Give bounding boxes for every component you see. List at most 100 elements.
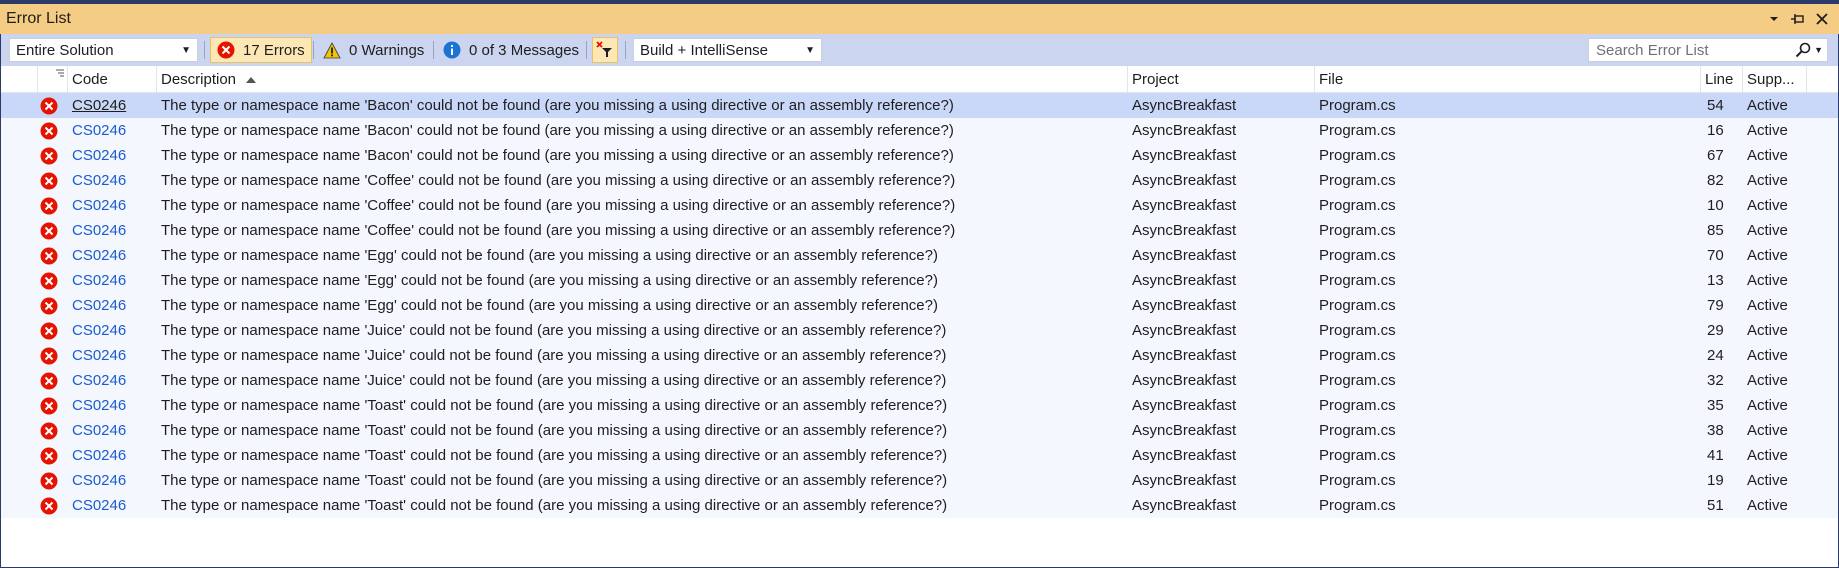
header-file[interactable]: File: [1315, 66, 1701, 92]
error-circle-icon: [40, 397, 58, 414]
project-name: AsyncBreakfast: [1132, 397, 1237, 414]
error-code-link[interactable]: CS0246: [72, 272, 126, 289]
table-row[interactable]: CS0246 The type or namespace name 'Coffee…: [0, 218, 1839, 243]
header-suppression-state[interactable]: Supp...: [1743, 66, 1807, 92]
table-row[interactable]: CS0246 The type or namespace name 'Bacon'…: [0, 143, 1839, 168]
close-icon[interactable]: [1813, 10, 1831, 28]
description-cell: The type or namespace name 'Toast' could…: [157, 468, 1128, 493]
code-cell[interactable]: CS0246: [68, 468, 157, 493]
code-cell[interactable]: CS0246: [68, 393, 157, 418]
table-row[interactable]: CS0246 The type or namespace name 'Toast'…: [0, 418, 1839, 443]
scope-dropdown[interactable]: Entire Solution ▼: [9, 38, 198, 62]
table-row[interactable]: CS0246 The type or namespace name 'Toast'…: [0, 443, 1839, 468]
warnings-filter-button[interactable]: 0 Warnings: [317, 37, 430, 63]
table-row[interactable]: CS0246 The type or namespace name 'Egg' c…: [0, 268, 1839, 293]
error-code-link[interactable]: CS0246: [72, 347, 126, 364]
table-row[interactable]: CS0246 The type or namespace name 'Coffee…: [0, 193, 1839, 218]
error-code-link[interactable]: CS0246: [72, 447, 126, 464]
error-code-link[interactable]: CS0246: [72, 397, 126, 414]
code-cell[interactable]: CS0246: [68, 343, 157, 368]
error-code-link[interactable]: CS0246: [72, 222, 126, 239]
table-row[interactable]: CS0246 The type or namespace name 'Bacon'…: [0, 118, 1839, 143]
line-cell: 38: [1701, 418, 1743, 443]
window-position-dropdown-icon[interactable]: [1765, 10, 1783, 28]
suppression-cell: Active: [1743, 468, 1807, 493]
header-line[interactable]: Line: [1701, 66, 1743, 92]
error-code-link[interactable]: CS0246: [72, 197, 126, 214]
filter-toggle-button[interactable]: [592, 37, 618, 63]
code-cell[interactable]: CS0246: [68, 368, 157, 393]
code-cell[interactable]: CS0246: [68, 243, 157, 268]
table-row[interactable]: CS0246 The type or namespace name 'Toast'…: [0, 393, 1839, 418]
code-cell[interactable]: CS0246: [68, 193, 157, 218]
table-row[interactable]: CS0246 The type or namespace name 'Juice'…: [0, 318, 1839, 343]
error-code-link[interactable]: CS0246: [72, 372, 126, 389]
code-cell[interactable]: CS0246: [68, 418, 157, 443]
code-cell[interactable]: CS0246: [68, 268, 157, 293]
error-cell: [40, 393, 68, 418]
error-code-link[interactable]: CS0246: [72, 422, 126, 439]
code-cell[interactable]: CS0246: [68, 218, 157, 243]
header-code[interactable]: Code: [68, 66, 157, 92]
table-row[interactable]: CS0246 The type or namespace name 'Bacon'…: [0, 93, 1839, 118]
error-code-link[interactable]: CS0246: [72, 297, 126, 314]
code-cell[interactable]: CS0246: [68, 93, 157, 118]
code-cell[interactable]: CS0246: [68, 318, 157, 343]
suppression-cell: Active: [1743, 443, 1807, 468]
error-cell: [40, 218, 68, 243]
header-project[interactable]: Project: [1128, 66, 1315, 92]
project-name: AsyncBreakfast: [1132, 147, 1237, 164]
table-row[interactable]: CS0246 The type or namespace name 'Juice'…: [0, 343, 1839, 368]
search-input[interactable]: [1594, 40, 1796, 60]
auto-hide-pin-icon[interactable]: [1789, 10, 1807, 28]
line-number: 41: [1707, 447, 1724, 464]
search-options-chevron-down-icon[interactable]: ▼: [1814, 45, 1823, 55]
line-cell: 70: [1701, 243, 1743, 268]
project-cell: AsyncBreakfast: [1128, 443, 1315, 468]
header-column-chooser[interactable]: [38, 66, 68, 92]
search-icon[interactable]: [1795, 42, 1811, 58]
code-cell[interactable]: CS0246: [68, 293, 157, 318]
code-cell[interactable]: CS0246: [68, 443, 157, 468]
build-source-dropdown[interactable]: Build + IntelliSense ▼: [633, 38, 822, 62]
error-cell: [40, 293, 68, 318]
project-name: AsyncBreakfast: [1132, 372, 1237, 389]
search-error-list-box[interactable]: ▼: [1588, 38, 1828, 62]
file-cell: Program.cs: [1315, 93, 1701, 118]
error-description: The type or namespace name 'Coffee' coul…: [161, 172, 956, 189]
code-cell[interactable]: CS0246: [68, 168, 157, 193]
table-row[interactable]: CS0246 The type or namespace name 'Juice'…: [0, 368, 1839, 393]
header-description[interactable]: Description: [157, 66, 1128, 92]
error-code-link[interactable]: CS0246: [72, 122, 126, 139]
errors-filter-button[interactable]: 17 Errors: [210, 37, 312, 63]
error-code-link[interactable]: CS0246: [72, 247, 126, 264]
error-description: The type or namespace name 'Juice' could…: [161, 372, 947, 389]
error-code-link[interactable]: CS0246: [72, 472, 126, 489]
error-code-link[interactable]: CS0246: [72, 172, 126, 189]
suppression-cell: Active: [1743, 193, 1807, 218]
code-cell[interactable]: CS0246: [68, 143, 157, 168]
suppression-state: Active: [1747, 472, 1788, 489]
table-row[interactable]: CS0246 The type or namespace name 'Egg' c…: [0, 243, 1839, 268]
error-cell: [40, 468, 68, 493]
error-code-link[interactable]: CS0246: [72, 97, 126, 114]
error-code-link[interactable]: CS0246: [72, 497, 126, 514]
file-cell: Program.cs: [1315, 243, 1701, 268]
description-cell: The type or namespace name 'Toast' could…: [157, 418, 1128, 443]
messages-filter-button[interactable]: 0 of 3 Messages: [437, 37, 585, 63]
table-row[interactable]: CS0246 The type or namespace name 'Toast'…: [0, 493, 1839, 518]
table-row[interactable]: CS0246 The type or namespace name 'Coffee…: [0, 168, 1839, 193]
code-cell[interactable]: CS0246: [68, 493, 157, 518]
error-cell: [40, 243, 68, 268]
file-cell: Program.cs: [1315, 143, 1701, 168]
error-code-link[interactable]: CS0246: [72, 322, 126, 339]
error-code-link[interactable]: CS0246: [72, 147, 126, 164]
error-circle-icon: [40, 97, 58, 114]
code-cell[interactable]: CS0246: [68, 118, 157, 143]
header-category[interactable]: [0, 66, 38, 92]
error-circle-icon: [40, 347, 58, 364]
table-row[interactable]: CS0246 The type or namespace name 'Toast'…: [0, 468, 1839, 493]
error-circle-icon: [40, 272, 58, 289]
file-name: Program.cs: [1319, 372, 1396, 389]
table-row[interactable]: CS0246 The type or namespace name 'Egg' c…: [0, 293, 1839, 318]
